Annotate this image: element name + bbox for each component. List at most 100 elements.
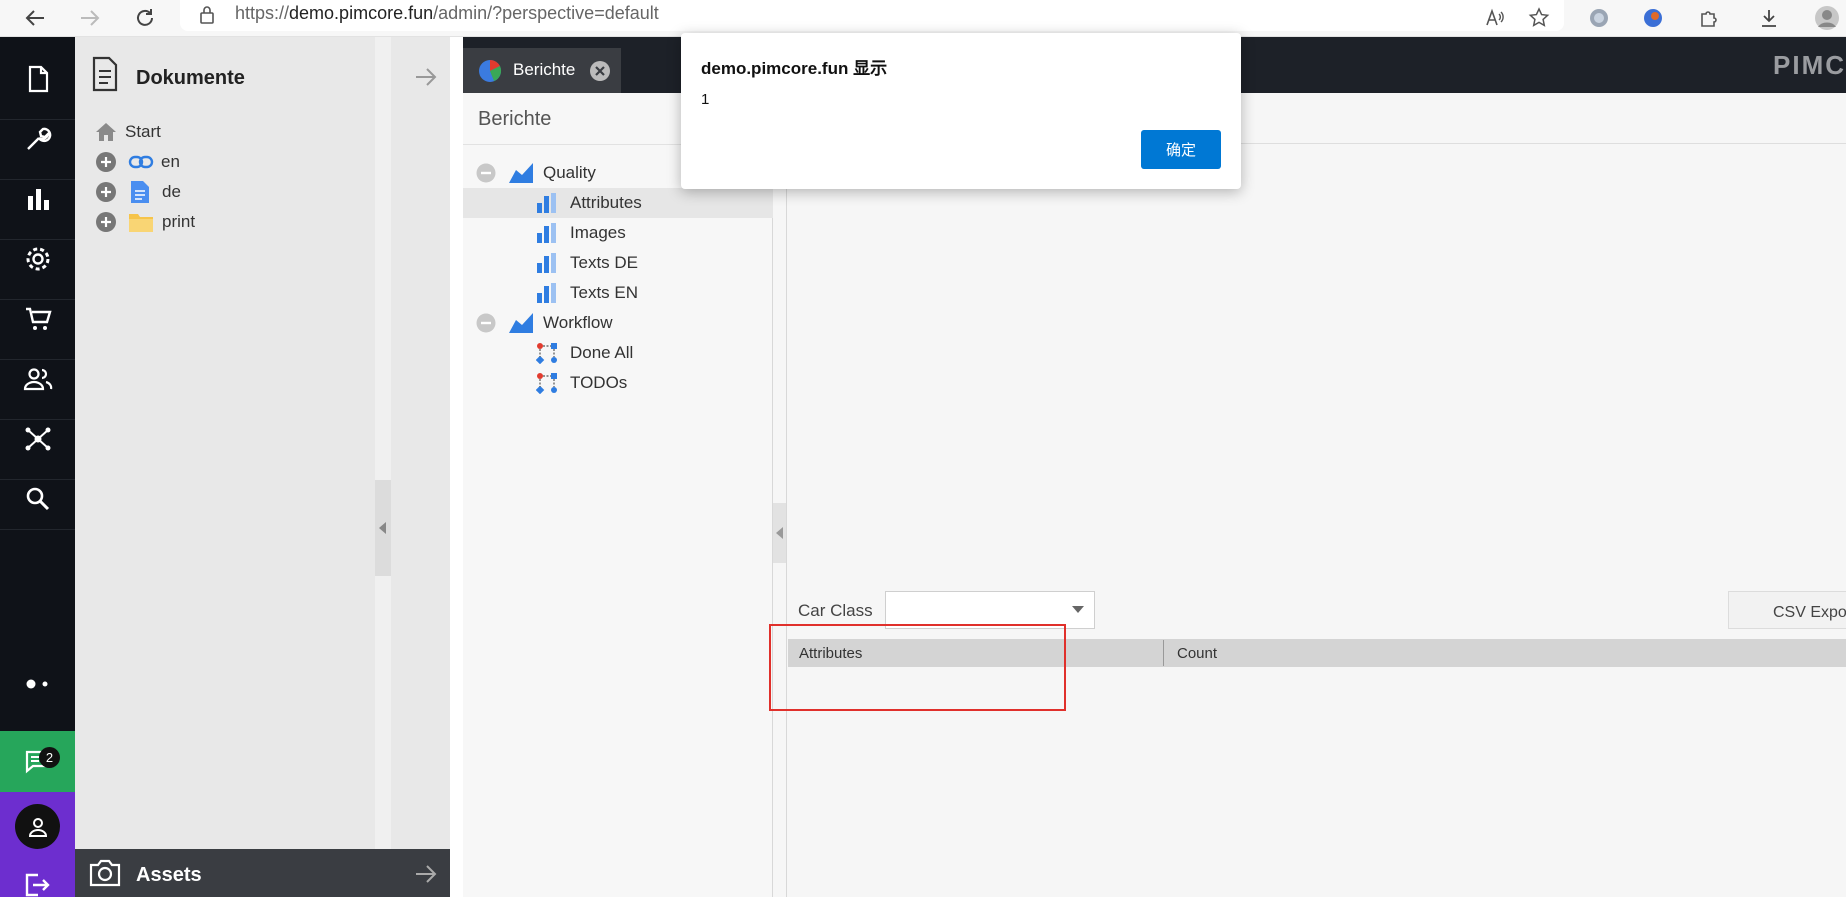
tab-label: Berichte (513, 60, 576, 79)
report-item-attributes[interactable]: Attributes (536, 188, 642, 218)
bar-chart-icon (537, 253, 556, 273)
bar-chart-icon (537, 283, 556, 303)
report-item-label: Texts EN (570, 283, 639, 302)
notifications-button[interactable]: 2 (0, 731, 75, 792)
tree-node-print[interactable]: print (95, 207, 195, 237)
users-icon[interactable] (0, 349, 75, 409)
chevron-left-icon (379, 522, 386, 534)
brand-logo: PIMC (1773, 50, 1846, 80)
alert-message: 1 (701, 91, 710, 108)
lock-icon (198, 5, 216, 30)
profile-icon[interactable] (1812, 3, 1842, 33)
user-icon (28, 817, 47, 837)
address-bar[interactable]: https://demo.pimcore.fun/admin/?perspect… (180, 0, 1564, 31)
pie-chart-icon (479, 59, 502, 82)
logout-icon[interactable] (24, 872, 50, 897)
folder-icon (129, 214, 153, 232)
tab-berichte[interactable]: Berichte (463, 48, 621, 93)
documents-splitter[interactable] (375, 37, 391, 897)
chevron-left-icon (776, 527, 783, 539)
extensions-puzzle-icon[interactable] (1694, 3, 1724, 33)
reports-panel: Berichte Quality Attributes Images Texts… (463, 93, 773, 897)
collapse-minus-icon[interactable] (476, 313, 496, 333)
more-dots-icon[interactable] (0, 669, 75, 699)
chevron-down-icon[interactable] (1072, 606, 1084, 613)
report-item-done-all[interactable]: Done All (536, 338, 633, 368)
user-section (0, 792, 75, 897)
extension-globe-icon[interactable] (1638, 3, 1668, 33)
column-header-count[interactable]: Count (1177, 645, 1217, 662)
documents-header[interactable]: Dokumente (75, 49, 450, 105)
collapse-minus-icon[interactable] (476, 163, 496, 183)
reload-icon[interactable] (130, 3, 160, 33)
forward-icon[interactable] (75, 3, 105, 33)
cart-icon[interactable] (0, 289, 75, 349)
tree-label: print (162, 212, 196, 231)
area-chart-icon (509, 313, 533, 333)
assets-title: Assets (136, 864, 202, 886)
favorite-add-icon[interactable] (1524, 3, 1554, 33)
search-icon[interactable] (0, 469, 75, 529)
tree-node-start[interactable]: Start (95, 117, 161, 147)
report-item-texts-en[interactable]: Texts EN (536, 278, 638, 308)
report-content: Car Class CSV Export Attributes Count (786, 93, 1846, 897)
bar-chart-icon[interactable] (0, 169, 75, 229)
home-icon (96, 123, 116, 141)
arrow-right-icon[interactable] (414, 66, 438, 93)
close-icon[interactable] (589, 60, 611, 82)
tree-node-de[interactable]: de (95, 177, 181, 207)
camera-icon (88, 858, 122, 893)
notification-badge: 2 (39, 747, 60, 768)
alert-title: demo.pimcore.fun 显示 (701, 59, 888, 78)
area-chart-icon (509, 163, 533, 183)
bar-chart-icon (537, 223, 556, 243)
report-group-quality[interactable]: Quality (476, 158, 596, 188)
reports-title: Berichte (478, 108, 552, 130)
documents-title: Dokumente (136, 67, 245, 89)
back-icon[interactable] (20, 3, 50, 33)
expand-plus-icon[interactable] (95, 181, 117, 203)
avatar[interactable] (15, 804, 60, 849)
workflow-icon (536, 343, 557, 364)
reports-splitter[interactable] (773, 503, 786, 563)
report-item-texts-de[interactable]: Texts DE (536, 248, 638, 278)
report-item-images[interactable]: Images (536, 218, 626, 248)
tree-label: en (161, 152, 180, 171)
bar-chart-icon (537, 193, 556, 213)
workflow-icon (536, 373, 557, 394)
wrench-icon[interactable] (0, 109, 75, 169)
document-icon[interactable] (0, 49, 75, 109)
url-text: https://demo.pimcore.fun/admin/?perspect… (235, 3, 659, 24)
tree-label: de (162, 182, 181, 201)
gear-icon[interactable] (0, 229, 75, 289)
csv-export-button[interactable]: CSV Export (1728, 591, 1846, 629)
link-icon (128, 155, 154, 169)
report-group-workflow[interactable]: Workflow (476, 308, 613, 338)
expand-plus-icon[interactable] (95, 211, 117, 233)
ok-button[interactable]: 确定 (1141, 130, 1221, 169)
report-item-todos[interactable]: TODOs (536, 368, 627, 398)
tree-label: Start (125, 122, 161, 141)
page-icon (131, 181, 149, 203)
report-item-label: TODOs (570, 373, 628, 392)
expand-plus-icon[interactable] (95, 151, 117, 173)
report-item-label: Done All (570, 343, 634, 362)
report-item-label: Attributes (570, 193, 642, 212)
screen: https://demo.pimcore.fun/admin/?perspect… (0, 0, 1846, 897)
network-icon[interactable] (0, 409, 75, 469)
report-item-label: Images (570, 223, 626, 242)
download-icon[interactable] (1754, 3, 1784, 33)
report-group-label: Workflow (543, 313, 613, 332)
report-item-label: Texts DE (570, 253, 639, 272)
tree-node-en[interactable]: en (95, 147, 180, 177)
collapse-handle[interactable] (375, 480, 391, 576)
extension-circle-icon[interactable] (1584, 3, 1614, 33)
assets-panel-header[interactable]: Assets (75, 849, 450, 897)
browser-toolbar: https://demo.pimcore.fun/admin/?perspect… (0, 0, 1846, 37)
alert-dialog: demo.pimcore.fun 显示 1 确定 (681, 33, 1241, 189)
read-aloud-icon[interactable] (1480, 3, 1510, 33)
url-path: /admin/?perspective=default (433, 3, 659, 23)
arrow-right-icon[interactable] (414, 863, 438, 890)
column-divider[interactable] (1163, 640, 1164, 666)
annotation-highlight-box (769, 624, 1066, 711)
